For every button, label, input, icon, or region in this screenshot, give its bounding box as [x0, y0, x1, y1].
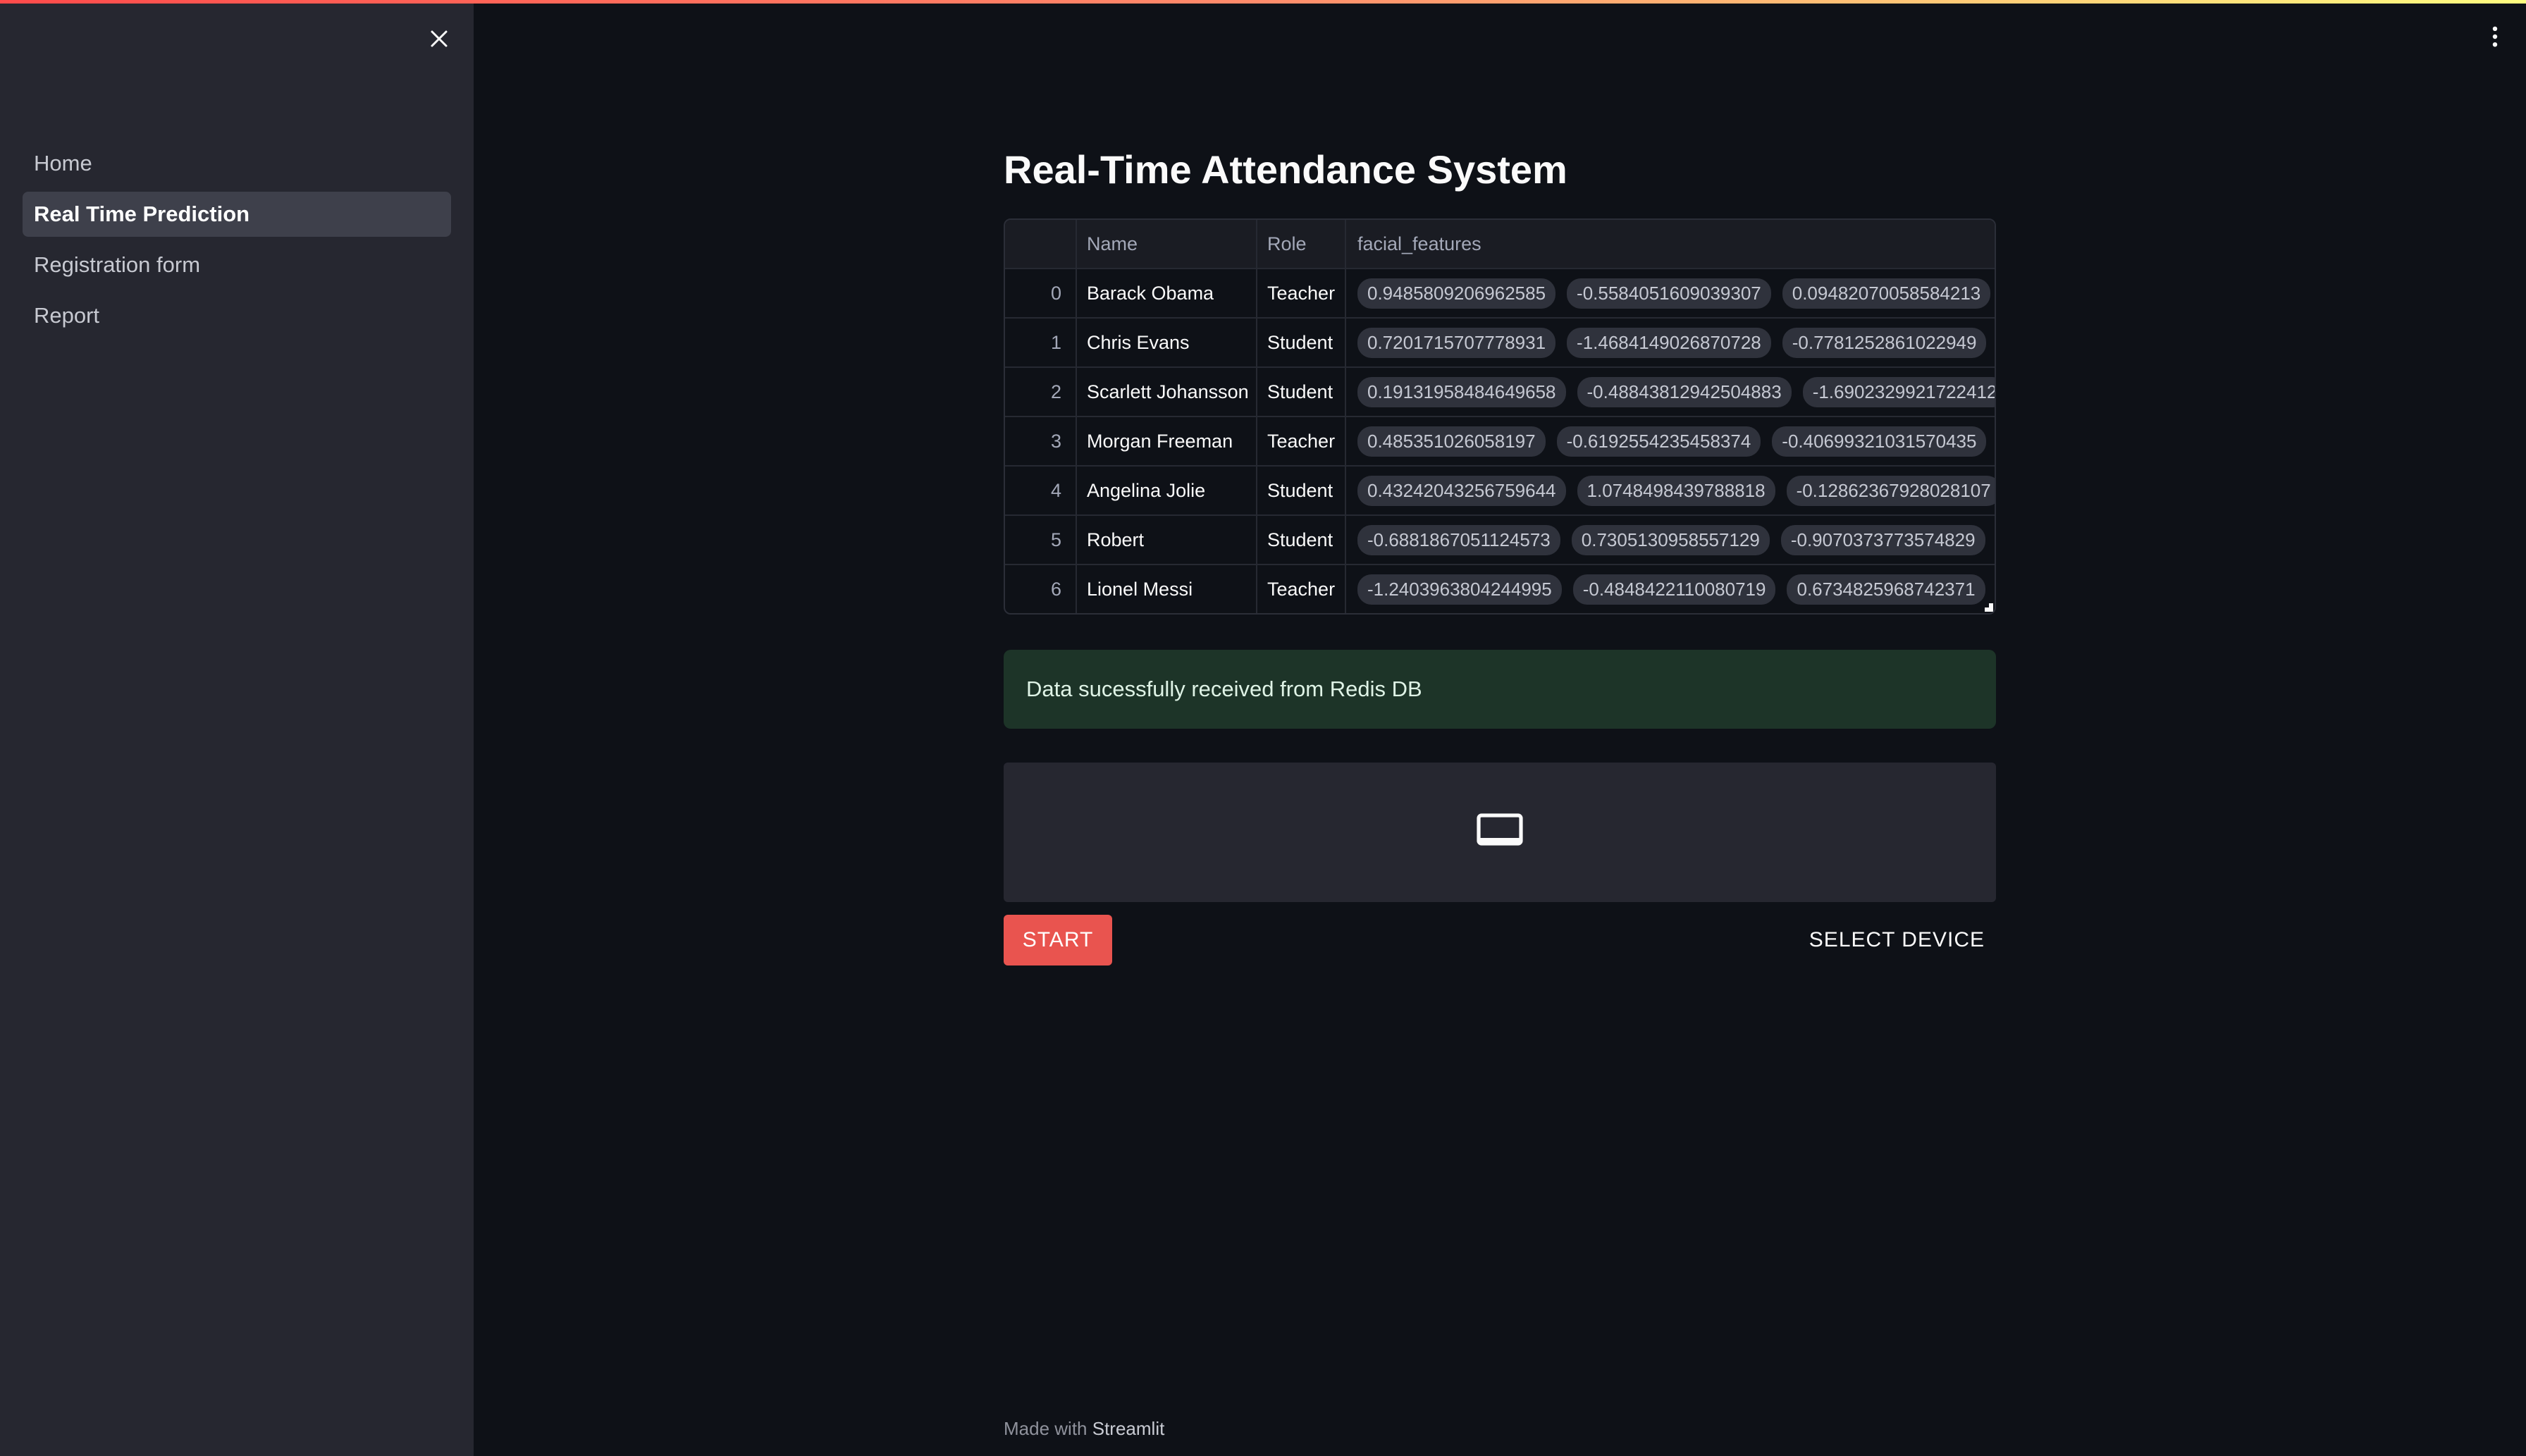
feature-value-chip: -0.5584051609039307	[1567, 278, 1771, 309]
row-index-cell: 3	[1005, 417, 1077, 465]
sidebar-item-real-time-prediction[interactable]: Real Time Prediction	[23, 192, 451, 237]
sidebar-item-home[interactable]: Home	[23, 141, 451, 186]
row-index-cell: 2	[1005, 368, 1077, 416]
role-cell[interactable]: Student	[1257, 319, 1346, 366]
facial-features-cell[interactable]: 0.43242043256759644 1.0748498439788818 -0.…	[1346, 467, 1995, 514]
table-row[interactable]: 2 Scarlett Johansson Student 0.191319584846…	[1005, 368, 1995, 417]
role-cell[interactable]: Teacher	[1257, 565, 1346, 613]
facial-features-cell[interactable]: -1.2403963804244995 -0.4848422110080719 0.…	[1346, 565, 1995, 613]
footer-brand-link[interactable]: Streamlit	[1092, 1418, 1165, 1439]
row-index-cell: 6	[1005, 565, 1077, 613]
webcam-video-placeholder	[1004, 763, 1996, 902]
role-cell[interactable]: Teacher	[1257, 417, 1346, 465]
feature-value-chip: 0.7201715707778931	[1357, 327, 1556, 358]
name-cell[interactable]: Lionel Messi	[1077, 565, 1257, 613]
row-index-cell: 4	[1005, 467, 1077, 514]
sidebar-item-report[interactable]: Report	[23, 293, 451, 338]
feature-value-chip: -0.48843812942504883	[1577, 376, 1792, 407]
feature-value-chip: -0.9070373773574829	[1780, 524, 1985, 555]
table-row[interactable]: 4 Angelina Jolie Student 0.4324204325675964…	[1005, 467, 1995, 516]
row-index-cell: 1	[1005, 319, 1077, 366]
kebab-menu-icon[interactable]	[2481, 23, 2509, 51]
top-decoration-stripe	[0, 0, 2526, 4]
table-header-row: Name Role facial_features	[1005, 220, 1995, 269]
role-cell[interactable]: Student	[1257, 368, 1346, 416]
resize-handle[interactable]	[1985, 603, 1993, 612]
feature-value-chip: -1.4684149026870728	[1567, 327, 1771, 358]
facial-features-cell[interactable]: 0.9485809206962585 -0.5584051609039307 0.0…	[1346, 269, 1995, 317]
feature-value-chip: -0.6192554235458374	[1556, 426, 1761, 457]
feature-value-chip: 0.6734825968742371	[1787, 574, 1985, 605]
feature-value-chip: -0.40699321031570435	[1772, 426, 1987, 457]
name-cell[interactable]: Barack Obama	[1077, 269, 1257, 317]
success-alert-text: Data sucessfully received from Redis DB	[1026, 677, 1422, 701]
column-header-role[interactable]: Role	[1257, 220, 1346, 268]
table-row[interactable]: 1 Chris Evans Student 0.7201715707778931 -1.…	[1005, 319, 1995, 368]
table-row[interactable]: 3 Morgan Freeman Teacher 0.485351026058197-…	[1005, 417, 1995, 467]
feature-value-chip: -0.7781252861022949	[1782, 327, 1987, 358]
select-device-button[interactable]: SELECT DEVICE	[1809, 915, 1985, 965]
facial-features-cell[interactable]: -0.6881867051124573 0.7305130958557129 -0.…	[1346, 516, 1995, 564]
page-title: Real-Time Attendance System	[1004, 147, 1567, 192]
start-button[interactable]: START	[1004, 915, 1112, 965]
feature-value-chip: 0.43242043256759644	[1357, 475, 1566, 506]
feature-value-chip: -0.6881867051124573	[1357, 524, 1560, 555]
role-cell[interactable]: Student	[1257, 467, 1346, 514]
dataframe-grid: Name Role facial_features 0 Barack Obama Teac…	[1005, 220, 1995, 613]
feature-value-chip: 0.485351026058197	[1357, 426, 1546, 457]
webcam-placeholder-icon	[1477, 813, 1523, 846]
feature-value-chip: -1.6902329921722412	[1802, 376, 1995, 407]
feature-value-chip: 0.7305130958557129	[1571, 524, 1770, 555]
sidebar-item-registration-form[interactable]: Registration form	[23, 242, 451, 288]
name-cell[interactable]: Scarlett Johansson	[1077, 368, 1257, 416]
feature-value-chip: -0.12862367928028107	[1786, 475, 1995, 506]
facial-features-cell[interactable]: 0.19131958484649658 -0.48843812942504883-…	[1346, 368, 1995, 416]
sidebar-nav: Home Real Time Prediction Registration f…	[23, 141, 451, 344]
facial-features-cell[interactable]: 0.7201715707778931 -1.4684149026870728 -0.…	[1346, 319, 1995, 366]
feature-value-chip: -1.2403963804244995	[1357, 574, 1562, 605]
name-cell[interactable]: Chris Evans	[1077, 319, 1257, 366]
row-index-cell: 5	[1005, 516, 1077, 564]
table-row[interactable]: 0 Barack Obama Teacher 0.9485809206962585 -0…	[1005, 269, 1995, 319]
column-header-index[interactable]	[1005, 220, 1077, 268]
role-cell[interactable]: Teacher	[1257, 269, 1346, 317]
feature-value-chip: -0.4848422110080719	[1572, 574, 1776, 605]
table-row[interactable]: 5 Robert Student -0.6881867051124573 0.73051…	[1005, 516, 1995, 565]
dataframe-table[interactable]: Name Role facial_features 0 Barack Obama Teac…	[1004, 218, 1996, 615]
feature-value-chip: 0.19131958484649658	[1357, 376, 1566, 407]
name-cell[interactable]: Angelina Jolie	[1077, 467, 1257, 514]
name-cell[interactable]: Robert	[1077, 516, 1257, 564]
feature-value-chip: 0.09482070058584213	[1782, 278, 1991, 309]
feature-value-chip: 1.0748498439788818	[1577, 475, 1775, 506]
table-row[interactable]: 6 Lionel Messi Teacher -1.2403963804244995-…	[1005, 565, 1995, 613]
column-header-facial-features[interactable]: facial_features	[1346, 220, 1995, 268]
name-cell[interactable]: Morgan Freeman	[1077, 417, 1257, 465]
footer-prefix: Made with	[1004, 1418, 1092, 1439]
footer: Made with Streamlit	[1004, 1418, 1164, 1440]
role-cell[interactable]: Student	[1257, 516, 1346, 564]
kebab-menu-glyph	[2492, 26, 2498, 47]
sidebar: Home Real Time Prediction Registration f…	[0, 0, 474, 1456]
feature-value-chip: 0.9485809206962585	[1357, 278, 1556, 309]
row-index-cell: 0	[1005, 269, 1077, 317]
close-icon-glyph	[431, 30, 448, 47]
close-icon[interactable]	[421, 21, 457, 56]
facial-features-cell[interactable]: 0.485351026058197 -0.6192554235458374 -0.4…	[1346, 417, 1995, 465]
column-header-name[interactable]: Name	[1077, 220, 1257, 268]
success-alert: Data sucessfully received from Redis DB	[1004, 650, 1996, 729]
